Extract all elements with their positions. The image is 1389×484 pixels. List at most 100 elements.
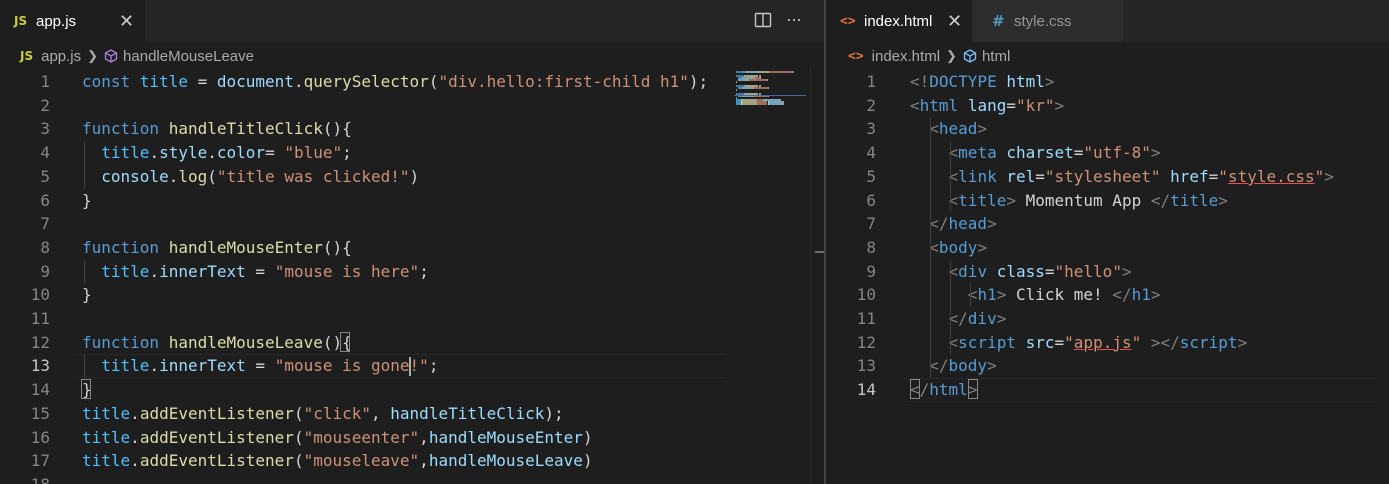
line-text: function handleTitleClick(){ — [82, 117, 352, 141]
line-number: 8 — [866, 237, 876, 257]
vertical-scrollbar[interactable] — [810, 68, 824, 484]
code-line[interactable]: 4 title.style.color= "blue"; — [0, 141, 728, 165]
code-token: innerText — [159, 261, 246, 281]
code-token: color — [216, 143, 266, 163]
code-line[interactable]: 3 function handleTitleClick(){ — [0, 117, 728, 141]
line-number: 13 — [30, 356, 50, 376]
code-token: } — [82, 285, 92, 305]
minimap-line — [736, 89, 737, 91]
code-line[interactable]: 12 <script src="app.js" ></script> — [826, 331, 1389, 355]
breadcrumb-file[interactable]: app.js — [41, 48, 81, 65]
code-token: = — [245, 261, 275, 281]
tab-index-html[interactable]: <> index.html ✕ — [826, 0, 971, 42]
code-token: ) — [582, 427, 593, 447]
tab-app-js[interactable]: JS app.js ✕ — [0, 0, 145, 42]
code-line[interactable]: 7 </head> — [826, 212, 1389, 236]
code-line[interactable]: 6 <title> Momentum App </title> — [826, 189, 1389, 213]
code-token: "mouse is here" — [274, 261, 420, 281]
code-line[interactable]: 5 <link rel="stylesheet" href="style.css… — [826, 165, 1389, 189]
code-line[interactable]: 16 title.addEventListener("mouseenter",ha… — [0, 426, 728, 450]
code-line[interactable]: 2 — [0, 94, 728, 118]
code-token: "kr" — [1015, 95, 1055, 115]
code-line[interactable]: 14} — [0, 378, 728, 402]
code-line[interactable]: 13 </body> — [826, 354, 1389, 378]
breadcrumb-file[interactable]: index.html — [872, 48, 940, 65]
code-line[interactable]: 18 — [0, 473, 728, 484]
chevron-right-icon: ❯ — [946, 48, 957, 63]
code-line[interactable]: 7 — [0, 212, 728, 236]
breadcrumb-symbol[interactable]: handleMouseLeave — [123, 48, 254, 65]
minimap[interactable] — [730, 68, 812, 484]
code-line[interactable]: 9 title.innerText = "mouse is here"; — [0, 260, 728, 284]
code-editor-left[interactable]: 1 const title = document.querySelector("d… — [0, 70, 728, 484]
code-token: querySelector — [303, 72, 429, 91]
code-token: <! — [910, 72, 930, 91]
code-line[interactable]: 11 </div> — [826, 307, 1389, 331]
code-token: ( — [293, 403, 304, 423]
code-token: html — [1006, 72, 1045, 91]
code-token: addEventListener — [139, 403, 294, 423]
code-line[interactable]: 8 function handleMouseEnter(){ — [0, 236, 728, 260]
line-number: 2 — [866, 95, 876, 115]
split-editor-icon[interactable] — [754, 11, 772, 29]
line-text: const title = document.querySelector("di… — [82, 70, 708, 94]
code-line[interactable]: 9 <div class="hello"> — [826, 260, 1389, 284]
code-token: = — [1035, 166, 1045, 186]
line-number: 6 — [40, 190, 50, 210]
close-icon[interactable]: ✕ — [119, 11, 134, 32]
code-line[interactable]: 13 title.innerText = "mouse is gone!"; — [0, 354, 728, 378]
minimap-line — [736, 81, 737, 83]
code-line[interactable]: 1 const title = document.querySelector("d… — [0, 70, 728, 94]
indent-guide — [84, 260, 85, 284]
code-token: rel — [1006, 166, 1036, 186]
code-line[interactable]: 4 <meta charset="utf-8"> — [826, 141, 1389, 165]
code-line[interactable]: 2 <html lang="kr"> — [826, 94, 1389, 118]
code-token: lang — [967, 95, 1007, 115]
more-actions-icon[interactable]: ··· — [786, 9, 802, 30]
code-token: , — [419, 451, 429, 471]
close-icon[interactable]: ✕ — [947, 11, 962, 32]
code-token: " — [1064, 332, 1074, 352]
line-text: function handleMouseLeave(){ — [82, 331, 352, 355]
code-token: "mouse is gone!" — [274, 356, 429, 376]
code-token: title — [101, 143, 150, 163]
code-token: ) — [409, 166, 420, 186]
code-line[interactable]: 3 <head> — [826, 117, 1389, 141]
code-line[interactable]: 8 <body> — [826, 236, 1389, 260]
code-token: ( — [293, 427, 304, 447]
code-token: . — [130, 427, 140, 447]
code-line[interactable]: 17 title.addEventListener("mouseleave",ha… — [0, 449, 728, 473]
tab-label: app.js — [36, 12, 77, 30]
code-token: "div.hello:first-child h1" — [438, 72, 689, 91]
line-text: <title> Momentum App </title> — [910, 189, 1228, 213]
code-editor-right[interactable]: 1 <!DOCTYPE html> 2 <html lang="kr"> 3 <head… — [826, 70, 1389, 484]
line-text: title.addEventListener("mouseenter",hand… — [82, 426, 593, 450]
minimap-line — [754, 87, 768, 89]
code-line[interactable]: 11 — [0, 307, 728, 331]
line-number: 9 — [40, 261, 50, 281]
code-token: function — [82, 119, 169, 139]
minimap-line — [748, 71, 756, 73]
code-token: head — [948, 214, 988, 234]
indent-guide — [970, 283, 971, 307]
code-line[interactable]: 5 console.log("title was clicked!") — [0, 165, 728, 189]
line-number: 11 — [30, 309, 50, 328]
tab-style-css[interactable]: # style.css — [973, 0, 1123, 42]
code-line[interactable]: 12 function handleMouseLeave(){ — [0, 331, 728, 355]
code-token: } — [82, 190, 92, 210]
code-token: title — [958, 190, 1007, 210]
code-token: > — [1237, 332, 1248, 352]
tab-label: style.css — [1014, 12, 1072, 30]
breadcrumb-symbol[interactable]: html — [982, 48, 1010, 65]
line-number: 6 — [866, 190, 876, 210]
code-line[interactable]: 1 <!DOCTYPE html> — [826, 70, 1389, 94]
code-line[interactable]: 6} — [0, 189, 728, 213]
code-token: = — [1073, 143, 1084, 163]
line-text: } — [82, 283, 92, 307]
code-token: title — [101, 261, 150, 281]
code-token: < — [910, 285, 978, 305]
code-line[interactable]: 15 title.addEventListener("click", handle… — [0, 402, 728, 426]
code-line[interactable]: 10 <h1> Click me! </h1> — [826, 283, 1389, 307]
code-line[interactable]: 10} — [0, 283, 728, 307]
minimap-line — [756, 71, 769, 73]
